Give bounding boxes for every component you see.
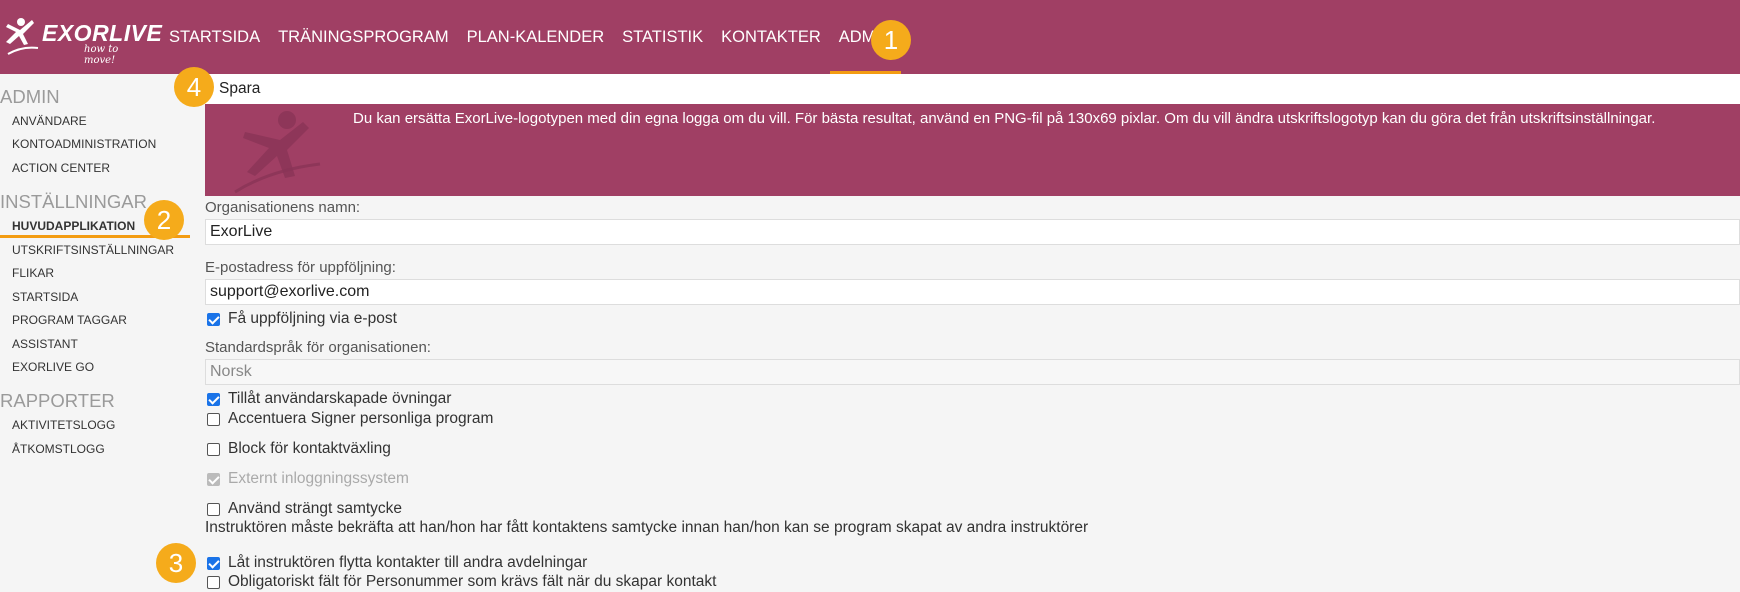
step-badge-1: 1 bbox=[871, 20, 911, 60]
sidebar: ADMIN ANVÄNDARE KONTOADMINISTRATION ACTI… bbox=[0, 74, 190, 592]
step-badge-3: 3 bbox=[156, 543, 196, 583]
nav-startsida[interactable]: STARTSIDA bbox=[160, 0, 269, 74]
save-button[interactable]: Spara bbox=[219, 80, 260, 98]
strict-consent-label: Använd strängt samtycke bbox=[228, 500, 403, 517]
main-nav: STARTSIDA TRÄNINGSPROGRAM PLAN-KALENDER … bbox=[160, 0, 902, 74]
language-label: Standardspråk för organisationen: bbox=[205, 339, 431, 356]
email-followup-checkbox[interactable] bbox=[207, 312, 220, 326]
sidebar-item-kontoadministration[interactable]: KONTOADMINISTRATION bbox=[12, 137, 156, 151]
block-contact-switch-checkbox[interactable] bbox=[207, 442, 220, 456]
sidebar-item-anvandare[interactable]: ANVÄNDARE bbox=[12, 114, 87, 128]
ssn-required-checkbox[interactable] bbox=[207, 575, 220, 589]
language-select[interactable] bbox=[205, 359, 1740, 385]
move-contacts-row[interactable]: Låt instruktören flytta kontakter till a… bbox=[207, 554, 587, 572]
sidebar-item-startsida[interactable]: STARTSIDA bbox=[12, 290, 78, 304]
allow-user-exercises-label: Tillåt användarskapade övningar bbox=[228, 390, 452, 407]
move-contacts-checkbox[interactable] bbox=[207, 556, 220, 570]
sidebar-item-flikar[interactable]: FLIKAR bbox=[12, 266, 54, 280]
org-name-input[interactable] bbox=[205, 219, 1740, 245]
move-contacts-label: Låt instruktören flytta kontakter till a… bbox=[228, 554, 588, 571]
sidebar-item-atkomstlogg[interactable]: ÅTKOMSTLOGG bbox=[12, 442, 105, 456]
strict-consent-row[interactable]: Använd strängt samtycke bbox=[207, 500, 402, 518]
sidebar-heading-admin: ADMIN bbox=[0, 86, 60, 107]
allow-user-exercises-row[interactable]: Tillåt användarskapade övningar bbox=[207, 390, 451, 408]
sidebar-item-assistant[interactable]: ASSISTANT bbox=[12, 337, 78, 351]
sidebar-item-huvudapplikation[interactable]: HUVUDAPPLIKATION bbox=[12, 219, 135, 233]
external-login-label: Externt inloggningssystem bbox=[228, 470, 409, 487]
nav-statistik[interactable]: STATISTIK bbox=[613, 0, 712, 74]
sidebar-item-utskriftsinstallningar[interactable]: UTSKRIFTSINSTÄLLNINGAR bbox=[12, 243, 174, 257]
logo-info-text: Du kan ersätta ExorLive-logotypen med di… bbox=[353, 110, 1656, 127]
block-contact-switch-label: Block för kontaktväxling bbox=[228, 440, 391, 457]
nav-plan-kalender[interactable]: PLAN-KALENDER bbox=[458, 0, 614, 74]
external-login-row: Externt inloggningssystem bbox=[207, 470, 409, 488]
ssn-required-label: Obligatoriskt fält för Personummer som k… bbox=[228, 573, 717, 590]
allow-user-exercises-checkbox[interactable] bbox=[207, 392, 220, 406]
email-label: E-postadress för uppföljning: bbox=[205, 259, 396, 276]
accent-signed-label: Accentuera Signer personliga program bbox=[228, 410, 494, 427]
step-badge-2: 2 bbox=[144, 200, 184, 240]
logo-text: EXORLIVE bbox=[42, 20, 163, 46]
top-navigation-bar: EXORLIVE how to move! STARTSIDA TRÄNINGS… bbox=[0, 0, 1740, 74]
sidebar-heading-installningar: INSTÄLLNINGAR bbox=[0, 191, 148, 212]
email-followup-label: Få uppföljning via e-post bbox=[228, 310, 397, 327]
ssn-required-row[interactable]: Obligatoriskt fält för Personummer som k… bbox=[207, 573, 716, 591]
email-input[interactable] bbox=[205, 279, 1740, 305]
sidebar-item-exorlive-go[interactable]: EXORLIVE GO bbox=[12, 360, 94, 374]
step-badge-4: 4 bbox=[174, 67, 214, 107]
sidebar-item-aktivitetslogg[interactable]: AKTIVITETSLOGG bbox=[12, 418, 115, 432]
strict-consent-hint: Instruktören måste bekräfta att han/hon … bbox=[205, 519, 1089, 536]
sidebar-item-program-taggar[interactable]: PROGRAM TAGGAR bbox=[12, 313, 127, 327]
save-toolbar: Spara bbox=[205, 74, 1740, 104]
accent-signed-row[interactable]: Accentuera Signer personliga program bbox=[207, 410, 493, 428]
exorlive-logo[interactable]: EXORLIVE how to move! bbox=[4, 14, 162, 66]
runner-logo-icon bbox=[6, 18, 39, 55]
nav-traningsprogram[interactable]: TRÄNINGSPROGRAM bbox=[269, 0, 458, 74]
accent-signed-checkbox[interactable] bbox=[207, 412, 220, 426]
email-followup-checkbox-row[interactable]: Få uppföljning via e-post bbox=[207, 310, 397, 328]
org-name-label: Organisationens namn: bbox=[205, 199, 361, 216]
organization-logo-placeholder-icon[interactable] bbox=[225, 104, 335, 196]
logo-banner: Du kan ersätta ExorLive-logotypen med di… bbox=[205, 104, 1740, 196]
nav-kontakter[interactable]: KONTAKTER bbox=[712, 0, 830, 74]
sidebar-item-action-center[interactable]: ACTION CENTER bbox=[12, 161, 110, 175]
main-content: Spara Du kan ersätta ExorLive-logotypen … bbox=[205, 74, 1740, 592]
sidebar-heading-rapporter: RAPPORTER bbox=[0, 390, 115, 411]
logo-tagline: how to move! bbox=[84, 44, 119, 66]
strict-consent-checkbox[interactable] bbox=[207, 502, 220, 516]
block-contact-switch-row[interactable]: Block för kontaktväxling bbox=[207, 440, 391, 458]
external-login-checkbox bbox=[207, 472, 220, 486]
